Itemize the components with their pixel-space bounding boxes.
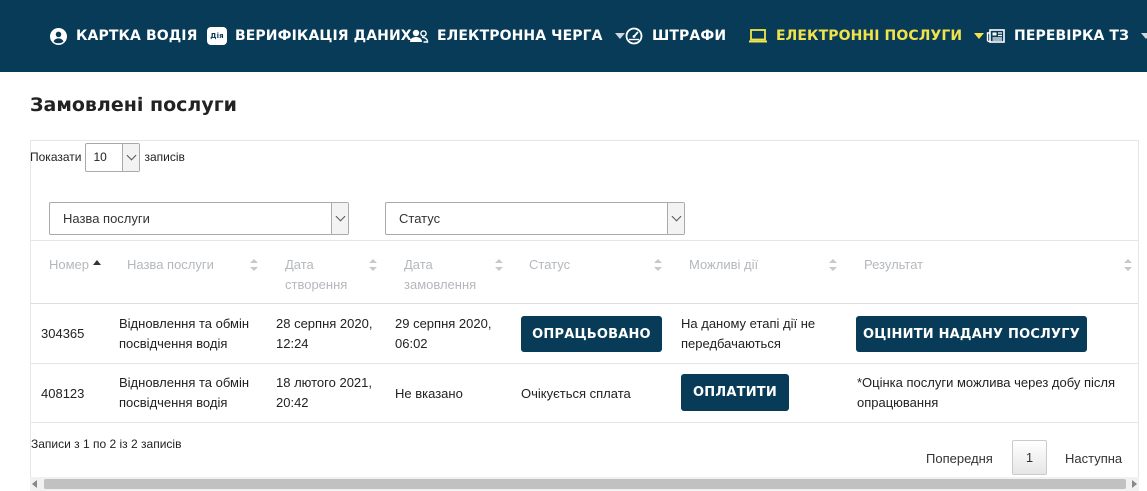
- status-filter-value: Статус: [399, 211, 441, 226]
- column-header-result[interactable]: Результат: [864, 255, 923, 275]
- nav-item-electronic-queue[interactable]: ЕЛЕКТРОННА ЧЕРГА: [409, 0, 625, 72]
- created-date: 28 серпня 2020, 12:24: [276, 316, 373, 351]
- length-prefix: Показати: [30, 150, 82, 164]
- nav-item-label: ШТРАФИ: [652, 28, 727, 44]
- nav-item-data-verification[interactable]: Дія ВЕРИФІКАЦІЯ ДАНИХ: [207, 0, 412, 72]
- service-name: Відновлення та обмін посвідчення водія: [119, 375, 250, 410]
- top-navigation: КАРТКА ВОДІЯ Дія ВЕРИФІКАЦІЯ ДАНИХ ЕЛЕКТ…: [0, 0, 1147, 72]
- column-header-ordered[interactable]: Дата замовлення: [404, 255, 476, 295]
- page-title: Замовлені послуги: [30, 94, 237, 116]
- column-header-created[interactable]: Дата створення: [285, 255, 347, 295]
- pay-button[interactable]: ОПЛАТИТИ: [681, 374, 789, 411]
- nav-item-label: ПЕРЕВІРКА ТЗ: [1014, 28, 1130, 44]
- order-number: 304365: [41, 326, 85, 341]
- table-row: 304365 Відновлення та обмін посвідчення …: [31, 304, 1138, 364]
- page-length-value: 10: [93, 150, 107, 164]
- sort-icon: [250, 259, 258, 271]
- order-number: 408123: [41, 386, 85, 401]
- page-length-select[interactable]: 10: [85, 142, 141, 172]
- pagination-next[interactable]: Наступна: [1065, 451, 1122, 466]
- scrollbar-thumb[interactable]: [44, 479, 1126, 489]
- nav-item-label: КАРТКА ВОДІЯ: [76, 28, 198, 44]
- ordered-date: Не вказано: [395, 386, 463, 401]
- table-row: 408123 Відновлення та обмін посвідчення …: [31, 364, 1138, 423]
- possible-actions-text: На даному етапі дії не передбачаються: [681, 316, 816, 351]
- nav-item-label: ЕЛЕКТРОННІ ПОСЛУГИ: [776, 28, 963, 44]
- service-filter-value: Назва послуги: [63, 211, 150, 226]
- chevron-down-icon: [974, 33, 985, 39]
- table-length-control: Показати 10 записів: [30, 142, 185, 172]
- nav-item-label: ЕЛЕКТРОННА ЧЕРГА: [437, 28, 603, 44]
- horizontal-scrollbar[interactable]: [30, 477, 1139, 491]
- ordered-date: 29 серпня 2020, 06:02: [395, 316, 492, 351]
- table-header: Номер Назва послуги Дата створення Дата …: [31, 240, 1138, 304]
- length-suffix: записів: [144, 150, 185, 164]
- column-header-actions[interactable]: Можливі дії: [689, 255, 758, 275]
- sort-icon: [1124, 259, 1132, 271]
- chevron-down-icon: [1141, 33, 1147, 39]
- sort-icon: [369, 259, 377, 271]
- chevron-down-icon: [122, 143, 140, 171]
- sort-ascending-icon: [93, 260, 101, 265]
- column-header-number[interactable]: Номер: [49, 255, 89, 275]
- scroll-right-icon[interactable]: [1132, 480, 1137, 488]
- nav-item-electronic-services[interactable]: ЕЛЕКТРОННІ ПОСЛУГИ: [748, 0, 985, 72]
- column-header-service[interactable]: Назва послуги: [127, 255, 214, 275]
- sort-icon: [495, 259, 503, 271]
- chevron-down-icon: [667, 203, 684, 234]
- table-info: Записи з 1 по 2 із 2 записів: [31, 437, 182, 451]
- speedometer-icon: [624, 26, 644, 46]
- column-header-status[interactable]: Статус: [529, 255, 570, 275]
- chevron-down-icon: [331, 203, 348, 234]
- status-text: Очікується сплата: [521, 386, 631, 401]
- newspaper-icon: [986, 26, 1006, 46]
- result-note: *Оцінка послуги можлива через добу після…: [857, 375, 1116, 410]
- laptop-icon: [748, 26, 768, 46]
- pagination-previous[interactable]: Попередня: [926, 451, 993, 466]
- sort-icon: [829, 259, 837, 271]
- pagination-page-1[interactable]: 1: [1012, 440, 1047, 475]
- nav-item-label: ВЕРИФІКАЦІЯ ДАНИХ: [235, 28, 412, 44]
- created-date: 18 лютого 2021, 20:42: [276, 375, 372, 410]
- users-icon: [409, 26, 429, 46]
- scroll-left-icon[interactable]: [32, 480, 37, 488]
- processed-status-button[interactable]: ОПРАЦЬОВАНО: [521, 316, 662, 352]
- diia-icon: Дія: [207, 27, 227, 45]
- nav-item-vehicle-check[interactable]: ПЕРЕВІРКА ТЗ: [986, 0, 1147, 72]
- rate-service-button[interactable]: ОЦІНИТИ НАДАНУ ПОСЛУГУ: [856, 316, 1087, 352]
- sort-icon: [654, 259, 662, 271]
- user-circle-icon: [48, 26, 68, 46]
- nav-item-fines[interactable]: ШТРАФИ: [624, 0, 726, 72]
- status-filter[interactable]: Статус: [385, 202, 685, 235]
- service-name: Відновлення та обмін посвідчення водія: [119, 316, 250, 351]
- nav-item-driver-card[interactable]: КАРТКА ВОДІЯ: [48, 0, 197, 72]
- service-name-filter[interactable]: Назва послуги: [49, 202, 349, 235]
